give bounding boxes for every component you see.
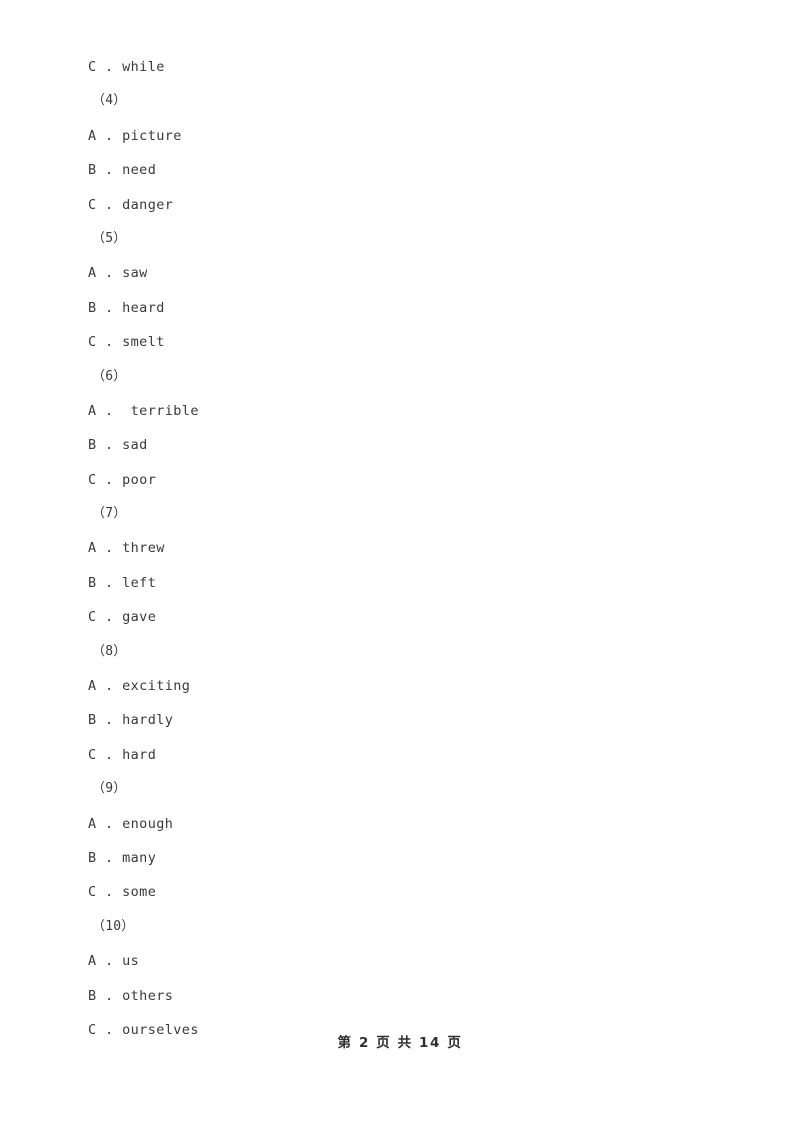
answer-option: C . hard: [88, 746, 157, 763]
question-number: （6）: [92, 368, 127, 384]
question-number: （9）: [92, 781, 127, 797]
answer-option: A . terrible: [88, 402, 199, 419]
answer-option: C . danger: [88, 196, 174, 213]
answer-option: A . enough: [88, 815, 174, 832]
answer-option: B . others: [88, 987, 174, 1004]
answer-option: C . smelt: [88, 334, 165, 351]
answer-option: B . left: [88, 574, 157, 591]
question-number: （4）: [92, 93, 127, 109]
answer-option: A . exciting: [88, 678, 191, 695]
answer-option: C . poor: [88, 471, 157, 488]
answer-option: A . picture: [88, 127, 182, 144]
answer-option: C . while: [88, 59, 165, 75]
question-number: （8）: [92, 643, 127, 659]
answer-option: B . hardly: [88, 712, 174, 729]
answer-option: B . many: [88, 849, 157, 866]
answer-option: B . sad: [88, 437, 148, 454]
question-list: C . while （4） A . picture B . need C . dange…: [88, 50, 688, 1047]
question-number: （5）: [92, 230, 127, 246]
answer-option: C . gave: [88, 609, 157, 626]
question-number: （10）: [92, 918, 135, 934]
answer-option: B . heard: [88, 299, 165, 316]
page-footer: 第 2 页 共 14 页: [337, 1035, 463, 1051]
question-number: （7）: [92, 506, 127, 522]
answer-option: B . need: [88, 162, 157, 179]
answer-option: C . some: [88, 884, 157, 901]
answer-option: A . us: [88, 953, 140, 970]
document-page: C . while （4） A . picture B . need C . dange…: [0, 0, 800, 1132]
answer-option: A . threw: [88, 540, 165, 557]
answer-option: A . saw: [88, 265, 148, 282]
